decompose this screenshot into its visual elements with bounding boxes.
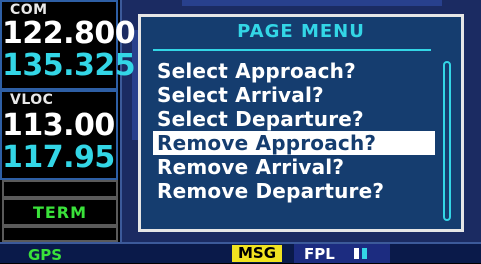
page-menu-scrollbar[interactable] — [443, 61, 451, 221]
radio-panel: COM 122.800 135.325 VLOC 113.00 117.95 T… — [0, 0, 136, 263]
page-menu-title: PAGE MENU — [237, 21, 365, 42]
cdi-indicator — [2, 180, 118, 198]
menu-item-remove-approach[interactable]: Remove Approach? — [153, 131, 435, 155]
vloc-active-frequency[interactable]: 113.00 — [2, 108, 115, 143]
menu-item-select-departure[interactable]: Select Departure? — [153, 107, 435, 131]
page-indicator-active-icon — [354, 248, 359, 259]
page-menu-scroll-thumb[interactable] — [446, 69, 448, 213]
vloc-label: VLOC — [10, 92, 54, 108]
map-route-segment — [182, 0, 442, 6]
page-group-indicator: FPL — [294, 244, 390, 263]
page-menu: PAGE MENU Select Approach? Select Arriva… — [138, 14, 464, 232]
page-indicator-icon — [362, 248, 367, 259]
cdi-mode-annunciator: TERM — [2, 198, 118, 226]
cdi-indicator-lower — [2, 226, 118, 242]
menu-item-select-approach[interactable]: Select Approach? — [153, 59, 435, 83]
page-menu-divider — [153, 49, 431, 51]
menu-item-remove-arrival[interactable]: Remove Arrival? — [153, 155, 435, 179]
menu-item-remove-departure[interactable]: Remove Departure? — [153, 179, 435, 203]
message-annunciator[interactable]: MSG — [232, 245, 283, 262]
cdi-source-gps[interactable]: GPS — [28, 246, 62, 264]
page-group-label: FPL — [304, 245, 335, 263]
com-standby-frequency[interactable]: 135.325 — [2, 48, 136, 83]
vloc-standby-frequency[interactable]: 117.95 — [2, 140, 115, 175]
page-menu-list: Select Approach? Select Arrival? Select … — [153, 59, 435, 203]
com-active-frequency[interactable]: 122.800 — [2, 16, 136, 51]
menu-item-select-arrival[interactable]: Select Arrival? — [153, 83, 435, 107]
status-bar: GPS MSG FPL — [0, 242, 481, 264]
